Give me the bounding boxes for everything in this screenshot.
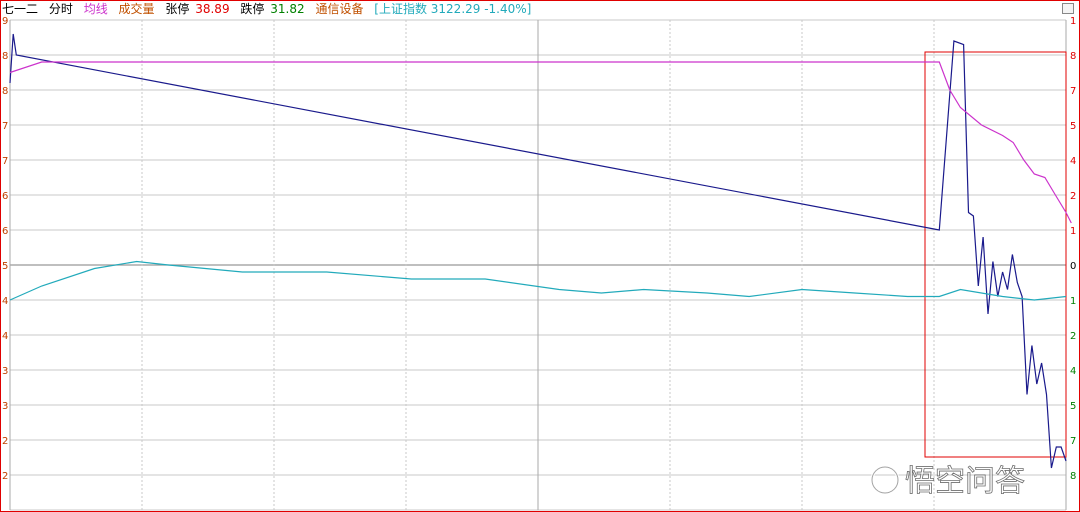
chart-lines: [9, 33, 1072, 469]
right-tick-label: 7: [1070, 436, 1076, 447]
right-tick-label: 4: [1070, 156, 1076, 167]
left-tick-label: 8: [2, 86, 8, 97]
right-tick-label: 1: [1070, 296, 1076, 307]
right-tick-label: 4: [1070, 366, 1076, 377]
highlight-box: [924, 51, 1067, 458]
left-tick-label: 4: [2, 331, 8, 342]
left-tick-label: 7: [2, 156, 8, 167]
left-tick-label: 7: [2, 121, 8, 132]
right-tick-label: 8: [1070, 51, 1076, 62]
avg-line: [9, 61, 1072, 224]
left-tick-label: 2: [2, 436, 8, 447]
left-tick-label: 3: [2, 366, 8, 377]
right-tick-label: 5: [1070, 401, 1076, 412]
right-tick-label: 5: [1070, 121, 1076, 132]
right-tick-label: 1: [1070, 226, 1076, 237]
right-tick-label: 2: [1070, 191, 1076, 202]
intraday-chart: 9 8 8 7 7 6 6 5 4 4 3 3 2 2 1 8 7 5 4 2 1 0 1 2 4 5 7 8 悟空问答: [2, 16, 1076, 511]
left-tick-label: 6: [2, 226, 8, 237]
right-tick-label: 7: [1070, 86, 1076, 97]
watermark: 悟空问答: [870, 464, 1025, 499]
left-axis: 9 8 8 7 7 6 6 5 4 4 3 3 2 2: [2, 16, 8, 482]
watermark-text: 悟空问答: [905, 464, 1025, 499]
left-tick-label: 6: [2, 191, 8, 202]
left-tick-label: 3: [2, 401, 8, 412]
right-axis: 1 8 7 5 4 2 1 0 1 2 4 5 7 8: [1070, 16, 1076, 482]
left-tick-label: 5: [2, 261, 8, 272]
left-tick-label: 2: [2, 471, 8, 482]
right-tick-label: 8: [1070, 471, 1076, 482]
left-tick-label: 9: [2, 16, 8, 27]
left-tick-label: 4: [2, 296, 8, 307]
right-tick-label: 2: [1070, 331, 1076, 342]
right-tick-label: 0: [1070, 261, 1076, 272]
left-tick-label: 8: [2, 51, 8, 62]
right-tick-label: 1: [1070, 16, 1076, 27]
